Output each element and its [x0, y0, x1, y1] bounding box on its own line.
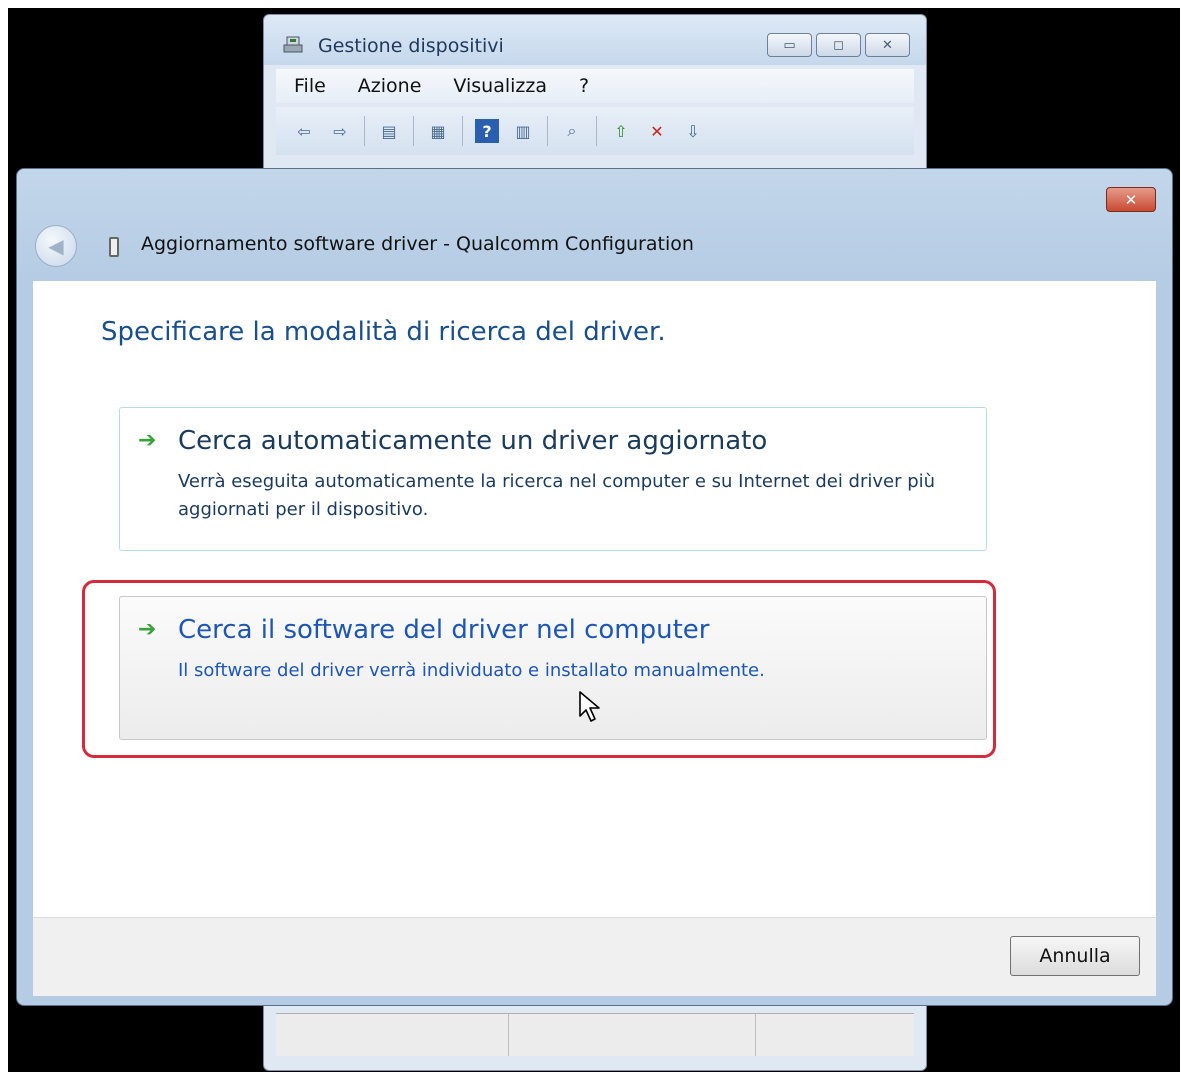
green-arrow-icon: ➔ — [138, 428, 157, 453]
status-bar-pane — [509, 1014, 756, 1056]
close-icon: ✕ — [882, 37, 893, 53]
toolbar-separator — [413, 116, 414, 146]
menu-bar: File Azione Visualizza ? — [276, 69, 914, 103]
minimize-icon: ▭ — [783, 37, 796, 53]
menu-help[interactable]: ? — [561, 75, 603, 97]
option-description: Verrà eseguita automaticamente la ricerc… — [178, 471, 936, 520]
page-heading: Specificare la modalità di ricerca del d… — [101, 317, 666, 347]
update-driver-icon[interactable]: ⇧ — [609, 119, 633, 143]
menu-file[interactable]: File — [276, 75, 340, 97]
dialog-close-button[interactable]: ✕ — [1106, 187, 1156, 212]
cancel-button[interactable]: Annulla — [1010, 936, 1140, 976]
toolbar-separator — [364, 116, 365, 146]
toolbar: ⇦ ⇨ ▤ ▦ ? ▥ ⌕ ⇧ ✕ ⇩ — [276, 107, 914, 155]
uninstall-device-icon[interactable]: ✕ — [645, 119, 669, 143]
usb-device-icon — [109, 237, 119, 257]
status-bar-pane — [756, 1014, 914, 1056]
back-arrow-icon[interactable]: ⇦ — [292, 119, 316, 143]
action-pane-icon[interactable]: ▥ — [511, 119, 535, 143]
forward-arrow-icon[interactable]: ⇨ — [328, 119, 352, 143]
maximize-icon: ◻ — [833, 37, 844, 53]
search-automatically-option[interactable]: ➔ Cerca automaticamente un driver aggior… — [119, 407, 987, 551]
highlight-box — [82, 580, 996, 758]
toolbar-separator — [596, 116, 597, 146]
scan-hardware-icon[interactable]: ⌕ — [560, 119, 584, 143]
status-bar-pane — [276, 1014, 509, 1056]
toolbar-separator — [547, 116, 548, 146]
back-arrow-icon: ◀ — [48, 234, 64, 258]
menu-visualizza[interactable]: Visualizza — [435, 75, 561, 97]
maximize-button[interactable]: ◻ — [816, 33, 861, 57]
help-icon[interactable]: ? — [475, 119, 499, 143]
minimize-button[interactable]: ▭ — [767, 33, 812, 57]
mouse-cursor-icon — [579, 691, 600, 722]
close-button[interactable]: ✕ — [865, 33, 910, 57]
close-icon: ✕ — [1124, 190, 1138, 209]
show-hide-console-tree-icon[interactable]: ▤ — [377, 119, 401, 143]
status-bar — [276, 1013, 914, 1056]
toolbar-separator — [462, 116, 463, 146]
device-manager-icon — [283, 36, 303, 53]
properties-icon[interactable]: ▦ — [426, 119, 450, 143]
back-button[interactable]: ◀ — [35, 225, 77, 267]
dialog-footer: Annulla — [33, 917, 1156, 996]
option-title: Cerca automaticamente un driver aggiorna… — [178, 426, 768, 456]
dialog-title: Aggiornamento software driver - Qualcomm… — [141, 233, 694, 255]
device-manager-title: Gestione dispositivi — [318, 35, 504, 57]
menu-azione[interactable]: Azione — [340, 75, 436, 97]
device-manager-titlebar: Gestione dispositivi ▭ ◻ ✕ — [264, 15, 926, 65]
disable-device-icon[interactable]: ⇩ — [681, 119, 705, 143]
